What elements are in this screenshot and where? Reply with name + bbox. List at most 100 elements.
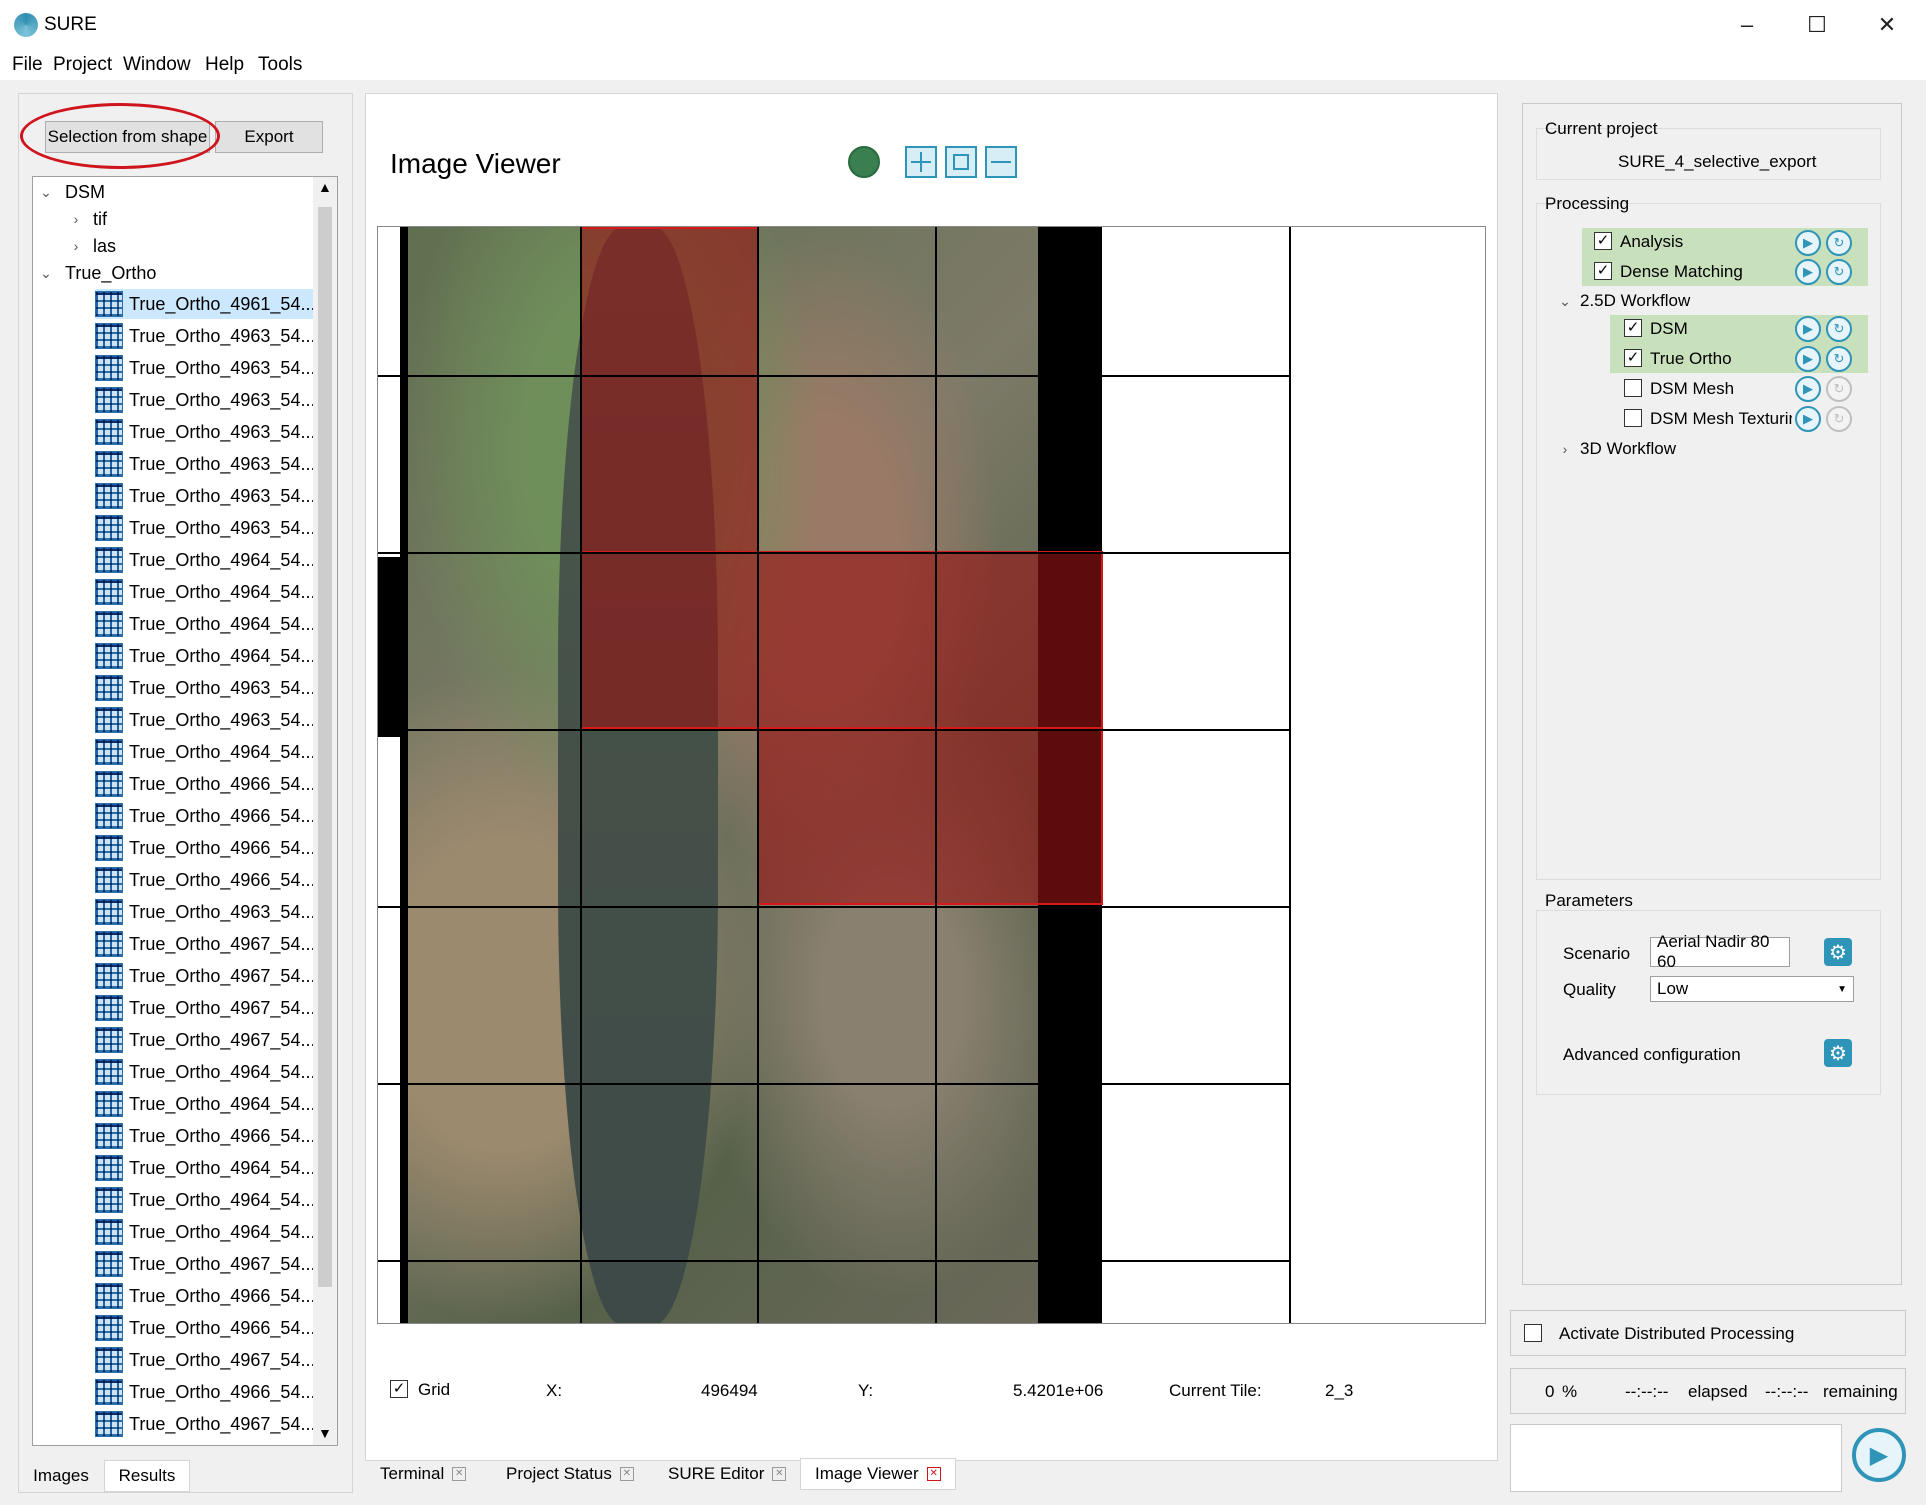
results-tree[interactable]: ⌄ DSM › tif › las ⌄ True_Ortho True_Orth… [32,176,338,1446]
tree-file-item[interactable]: True_Ortho_4966_54... [95,769,315,799]
scroll-up-icon[interactable]: ▲ [318,179,332,195]
advanced-gear-icon[interactable]: ⚙ [1824,1039,1852,1067]
dense-matching-checkbox[interactable]: ✓ [1594,262,1612,280]
tree-file-item[interactable]: True_Ortho_4967_54... [95,929,315,959]
dsm-mesh-play-icon[interactable]: ▶ [1795,376,1821,402]
dsm-reload-icon[interactable]: ↻ [1826,316,1852,342]
tree-file-item[interactable]: True_Ortho_4964_54... [95,545,315,575]
scenario-gear-icon[interactable]: ⚙ [1824,938,1852,966]
close-button[interactable]: ✕ [1852,0,1922,50]
tree-file-item[interactable]: True_Ortho_4964_54... [95,1089,315,1119]
true-ortho-play-icon[interactable]: ▶ [1795,346,1821,372]
tree-node-25d-workflow[interactable]: ⌄ 2.5D Workflow [1558,287,1690,315]
tree-node-true-ortho[interactable]: ⌄ True_Ortho [39,260,156,286]
menu-file[interactable]: File [12,54,43,76]
tree-file-item[interactable]: True_Ortho_4964_54... [95,1153,315,1183]
tree-file-item[interactable]: True_Ortho_4963_54... [95,705,315,735]
true-ortho-reload-icon[interactable]: ↻ [1826,346,1852,372]
selected-tile[interactable] [580,375,759,553]
chevron-right-icon[interactable]: › [69,238,83,254]
ortho-map[interactable] [377,226,1486,1324]
tree-file-item[interactable]: True_Ortho_4966_54... [95,1281,315,1311]
tab-image-viewer[interactable]: Image Viewer ✕ [800,1458,956,1490]
close-icon[interactable]: ✕ [772,1467,787,1481]
dsm-checkbox[interactable]: ✓ [1624,319,1642,337]
zoom-out-icon[interactable] [985,146,1017,178]
tab-sure-editor[interactable]: SURE Editor ✕ [668,1458,787,1490]
tree-file-item[interactable]: True_Ortho_4963_54... [95,481,315,511]
analysis-reload-icon[interactable]: ↻ [1826,230,1852,256]
tree-file-item[interactable]: True_Ortho_4963_54... [95,321,315,351]
scroll-down-icon[interactable]: ▼ [318,1425,332,1441]
tree-file-item[interactable]: True_Ortho_4966_54... [95,801,315,831]
tree-file-item[interactable]: True_Ortho_4964_54... [95,577,315,607]
tree-file-item[interactable]: True_Ortho_4964_54... [95,1185,315,1215]
tab-terminal[interactable]: Terminal ✕ [380,1458,467,1490]
dense-matching-play-icon[interactable]: ▶ [1795,259,1821,285]
zoom-fit-icon[interactable] [945,146,977,178]
chevron-down-icon[interactable]: ⌄ [39,184,53,201]
tab-results[interactable]: Results [104,1460,190,1492]
tree-node-las[interactable]: › las [69,233,116,259]
close-icon[interactable]: ✕ [619,1467,634,1481]
chevron-down-icon[interactable]: ⌄ [1558,293,1572,310]
tree-node-tif[interactable]: › tif [69,206,107,232]
menu-help[interactable]: Help [205,54,244,76]
tree-file-item[interactable]: True_Ortho_4967_54... [95,1345,315,1375]
maximize-button[interactable]: ☐ [1782,0,1852,50]
close-icon[interactable]: ✕ [452,1467,467,1481]
scrollbar-thumb[interactable] [318,207,332,1287]
dsm-play-icon[interactable]: ▶ [1795,316,1821,342]
tree-file-item[interactable]: True_Ortho_4964_54... [95,1217,315,1247]
dense-matching-reload-icon[interactable]: ↻ [1826,259,1852,285]
selected-tile[interactable] [757,551,937,729]
tree-file-item[interactable]: True_Ortho_4963_54... [95,673,315,703]
tab-project-status[interactable]: Project Status ✕ [506,1458,634,1490]
zoom-in-icon[interactable] [905,146,937,178]
tree-file-item[interactable]: True_Ortho_4963_54... [95,353,315,383]
tree-file-item[interactable]: True_Ortho_4967_54... [95,1409,315,1439]
selected-tile[interactable] [935,727,1103,905]
chevron-down-icon[interactable]: ▼ [1837,984,1847,995]
tree-file-item[interactable]: True_Ortho_4961_54... [95,289,316,319]
tree-file-item[interactable]: True_Ortho_4967_54... [95,1025,315,1055]
selected-tile[interactable] [757,727,937,905]
tree-file-item[interactable]: True_Ortho_4966_54... [95,1313,315,1343]
tree-file-item[interactable]: True_Ortho_4967_54... [95,993,315,1023]
menu-project[interactable]: Project [53,54,112,76]
scenario-field[interactable]: Aerial Nadir 80 60 [1650,932,1790,971]
menu-tools[interactable]: Tools [258,54,302,76]
tree-file-item[interactable]: True_Ortho_4963_54... [95,513,315,543]
quality-select[interactable]: Low ▼ [1650,976,1854,1002]
minimize-button[interactable]: – [1712,0,1782,50]
tree-file-item[interactable]: True_Ortho_4966_54... [95,833,315,863]
tree-file-item[interactable]: True_Ortho_4964_54... [95,737,315,767]
chevron-right-icon[interactable]: › [1558,441,1572,457]
tree-node-3d-workflow[interactable]: › 3D Workflow [1558,435,1676,463]
menu-window[interactable]: Window [123,54,191,76]
grid-checkbox[interactable]: ✓ [390,1380,408,1398]
tree-file-item[interactable]: True_Ortho_4966_54... [95,1121,315,1151]
tree-file-item[interactable]: True_Ortho_4964_54... [95,1057,315,1087]
tree-file-item[interactable]: True_Ortho_4963_54... [95,449,315,479]
tree-file-item[interactable]: True_Ortho_4963_54... [95,385,315,415]
tree-file-item[interactable]: True_Ortho_4966_54... [95,865,315,895]
selected-tile[interactable] [935,551,1103,729]
close-icon[interactable]: ✕ [926,1467,941,1481]
chevron-down-icon[interactable]: ⌄ [39,265,53,282]
tree-file-item[interactable]: True_Ortho_4964_54... [95,609,315,639]
pan-tool-icon[interactable] [848,146,880,178]
dsm-mesh-checkbox[interactable] [1624,379,1642,397]
chevron-right-icon[interactable]: › [69,211,83,227]
tab-images[interactable]: Images [20,1460,102,1492]
tree-file-item[interactable]: True_Ortho_4963_54... [95,897,315,927]
tree-file-item[interactable]: True_Ortho_4966_54... [95,1377,315,1407]
export-button[interactable]: Export [215,121,323,153]
distributed-processing-checkbox[interactable] [1524,1324,1542,1342]
analysis-checkbox[interactable]: ✓ [1594,232,1612,250]
run-play-icon[interactable]: ▶ [1852,1428,1906,1482]
tree-file-item[interactable]: True_Ortho_4964_54... [95,641,315,671]
tree-file-item[interactable]: True_Ortho_4963_54... [95,417,315,447]
dsm-mesh-texturing-play-icon[interactable]: ▶ [1795,406,1821,432]
true-ortho-checkbox[interactable]: ✓ [1624,349,1642,367]
